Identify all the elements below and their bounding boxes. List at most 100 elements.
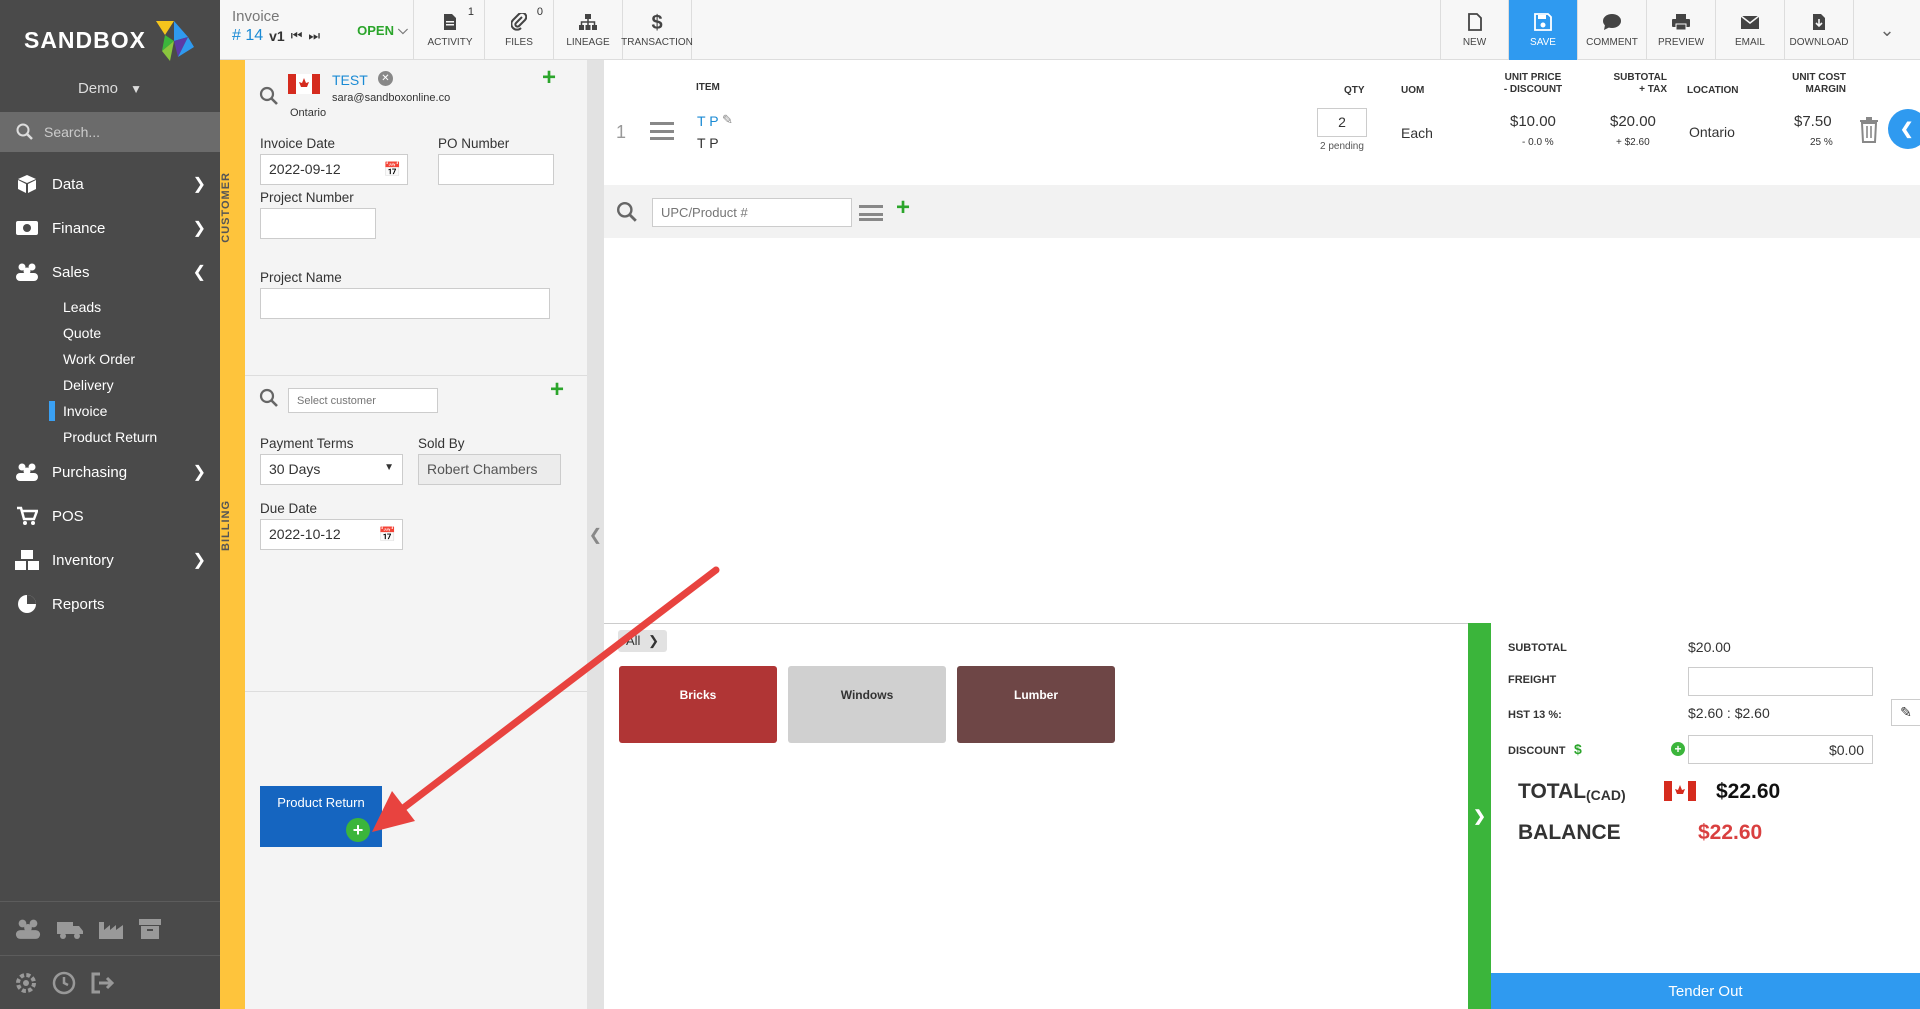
col-header-unit-cost-main: UNIT COST (1792, 72, 1846, 83)
download-button[interactable]: DOWNLOAD (1785, 0, 1854, 60)
calendar-icon[interactable]: 📅 (384, 161, 401, 178)
discount-input[interactable]: $0.00 (1688, 735, 1873, 764)
category-tile-label: Windows (840, 688, 894, 702)
comment-label: COMMENT (1586, 36, 1638, 48)
search-icon[interactable] (259, 86, 279, 106)
new-button[interactable]: NEW (1440, 0, 1509, 60)
last-record-icon[interactable]: ⏭ (308, 28, 320, 44)
activity-button[interactable]: 1 ACTIVITY (416, 0, 485, 60)
category-tile-lumber[interactable]: Lumber (957, 666, 1115, 743)
chevron-right-icon: ❯ (1473, 808, 1486, 825)
add-product-bar: + (604, 185, 1920, 238)
dollar-icon[interactable]: $ (1574, 741, 1582, 757)
edit-icon[interactable]: ✎ (722, 112, 733, 128)
sidebar-subitem-product-return[interactable]: Product Return (63, 424, 220, 450)
add-product-return-icon[interactable]: + (346, 818, 370, 842)
col-header-uom: UOM (1401, 85, 1425, 96)
category-tile-windows[interactable]: Windows (788, 666, 946, 743)
totals-toggle[interactable]: ❯ (1468, 623, 1491, 1009)
pie-icon (14, 593, 40, 615)
add-customer-icon[interactable]: + (542, 64, 556, 92)
sidebar-subitem-delivery[interactable]: Delivery (63, 372, 220, 398)
lineage-button[interactable]: LINEAGE (554, 0, 623, 60)
edit-tax-icon[interactable]: ✎ (1891, 699, 1920, 726)
customer-section-label: CUSTOMER (220, 172, 232, 243)
email-icon (1740, 14, 1760, 29)
comment-button[interactable]: COMMENT (1578, 0, 1647, 60)
add-discount-icon[interactable]: + (1671, 742, 1685, 756)
list-icon[interactable] (859, 205, 883, 221)
freight-input[interactable] (1688, 667, 1873, 696)
search-icon[interactable] (616, 201, 638, 223)
location-value[interactable]: Ontario (1689, 124, 1735, 140)
due-date-field[interactable]: 2022-10-12 📅 (260, 519, 403, 550)
people-icon (14, 261, 40, 283)
save-button[interactable]: SAVE (1509, 0, 1578, 60)
sidebar-subitem-leads[interactable]: Leads (63, 294, 220, 320)
archive-icon[interactable] (138, 918, 162, 940)
project-number-field[interactable] (260, 208, 376, 239)
first-record-icon[interactable]: ⏮ (291, 28, 303, 44)
document-number[interactable]: # 14 (232, 27, 263, 45)
collapse-panel-button[interactable]: ❮ (1888, 109, 1920, 149)
billing-customer-input[interactable] (288, 388, 438, 413)
sidebar-subitem-quote[interactable]: Quote (63, 320, 220, 346)
po-number-field[interactable] (438, 154, 554, 185)
company-selector[interactable]: Demo ▼ (0, 80, 220, 112)
unit-price-value[interactable]: $10.00 (1510, 113, 1556, 130)
calendar-icon[interactable]: 📅 (379, 526, 396, 543)
sidebar-item-inventory[interactable]: Inventory ❯ (0, 538, 220, 582)
add-billing-icon[interactable]: + (550, 376, 564, 404)
sidebar-item-sales[interactable]: Sales ❮ (0, 250, 220, 294)
sidebar-subitem-invoice[interactable]: Invoice (49, 398, 220, 424)
truck-icon[interactable] (56, 918, 84, 940)
category-breadcrumb[interactable]: All ❯ (618, 630, 667, 652)
files-button[interactable]: 0 FILES (485, 0, 554, 60)
sidebar-item-reports[interactable]: Reports (0, 582, 220, 626)
col-header-item: ITEM (696, 82, 720, 93)
sidebar-search[interactable] (0, 112, 220, 152)
qty-input[interactable]: 2 (1317, 108, 1367, 137)
sidebar-item-pos[interactable]: POS (0, 494, 220, 538)
sidebar-subitem-work-order[interactable]: Work Order (63, 346, 220, 372)
toolbar: Invoice # 14 v1 ⏮ ⏭ OPEN ⌵ 1 ACTIVITY 0 … (220, 0, 1920, 60)
preview-button[interactable]: PREVIEW (1647, 0, 1716, 60)
more-button[interactable]: ⌄ (1854, 0, 1920, 60)
invoice-date-field[interactable]: 2022-09-12 📅 (260, 154, 408, 185)
sidebar-item-purchasing[interactable]: Purchasing ❯ (0, 450, 220, 494)
project-name-field[interactable] (260, 288, 550, 319)
customer-email: sara@sandboxonline.co (332, 92, 451, 104)
people-icon[interactable] (14, 918, 42, 940)
clock-icon[interactable] (52, 971, 76, 995)
sidebar-item-data[interactable]: Data ❯ (0, 162, 220, 206)
sidebar-item-finance[interactable]: Finance ❯ (0, 206, 220, 250)
gear-icon[interactable] (14, 971, 38, 995)
category-tile-bricks[interactable]: Bricks (619, 666, 777, 743)
line-item-code[interactable]: T P (697, 113, 719, 129)
subtotal-label: SUBTOTAL (1508, 642, 1567, 654)
remove-customer-icon[interactable]: ✕ (378, 71, 393, 86)
freight-label: FREIGHT (1508, 674, 1557, 686)
factory-icon[interactable] (98, 918, 124, 940)
logo[interactable]: SANDBOX (0, 0, 220, 80)
status-dropdown[interactable]: OPEN ⌵ (352, 0, 414, 60)
logout-icon[interactable] (90, 971, 116, 995)
payment-terms-select[interactable]: 30 Days ▼ (260, 454, 403, 485)
dollar-icon: $ (651, 12, 663, 34)
add-line-icon[interactable]: + (896, 194, 910, 222)
product-search-input[interactable] (652, 198, 852, 227)
panel-splitter[interactable]: ❮ (587, 60, 604, 1009)
preview-label: PREVIEW (1657, 36, 1705, 48)
tender-out-button[interactable]: Tender Out (1491, 973, 1920, 1009)
col-header-unit-cost: UNIT COST MARGIN (1772, 72, 1846, 96)
transaction-button[interactable]: $ TRANSACTION (621, 0, 693, 60)
email-button[interactable]: EMAIL (1716, 0, 1785, 60)
pending-count[interactable]: 2 pending (1320, 141, 1364, 152)
customer-name[interactable]: TEST (332, 72, 368, 88)
trash-icon[interactable] (1858, 117, 1880, 143)
sidebar-search-input[interactable] (44, 124, 204, 140)
drag-handle-icon[interactable] (650, 122, 674, 140)
search-icon[interactable] (259, 388, 279, 408)
discount-label: DISCOUNT (1508, 745, 1566, 757)
sidebar-item-label: Reports (52, 595, 105, 613)
